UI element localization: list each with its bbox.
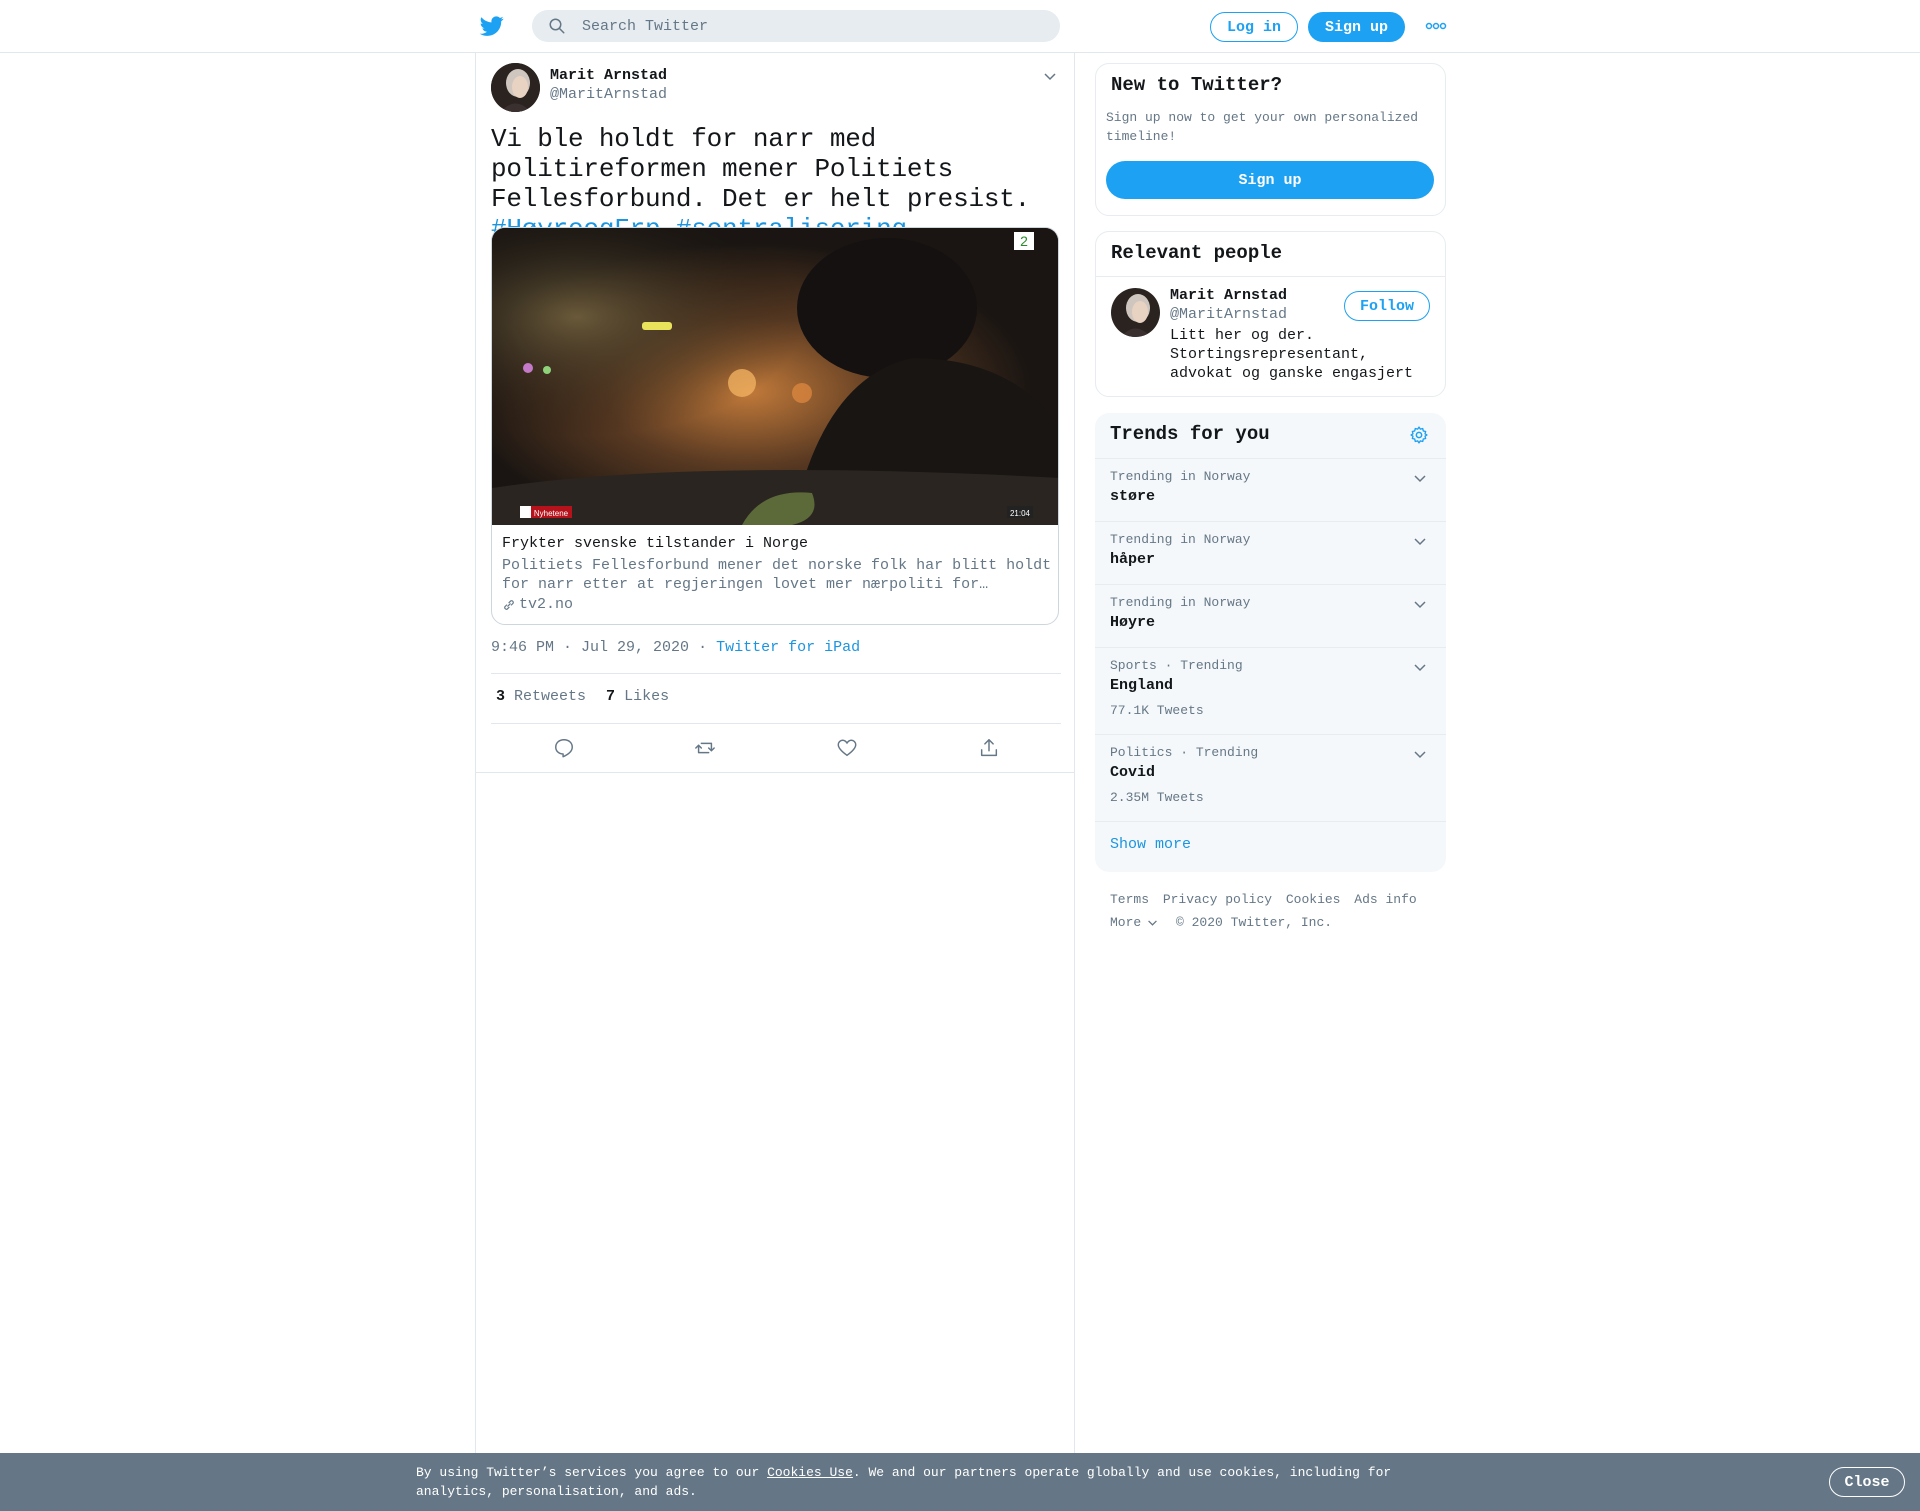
new-to-twitter-panel: New to Twitter? Sign up now to get your … [1095, 63, 1446, 216]
tweet-body: Vi ble holdt for narr med politireformen… [491, 124, 1031, 214]
tweet-timestamp: 9:46 PM · Jul 29, 2020 · Twitter for iPa… [491, 639, 860, 656]
trend-context: Trending in Norway [1110, 595, 1251, 610]
trend-context: Sports · Trending [1110, 658, 1243, 673]
trend-name[interactable]: Covid [1110, 764, 1155, 781]
chevron-down-icon [1148, 920, 1158, 926]
trend-name[interactable]: England [1110, 677, 1173, 694]
retweets-count: 3 [496, 688, 506, 705]
timestamp-text[interactable]: 9:46 PM · Jul 29, 2020 [491, 639, 689, 656]
retweets-stat[interactable]: 3 Retweets [496, 688, 586, 705]
trend-item[interactable]: Trending in Norway støre [1095, 458, 1446, 521]
search-input[interactable] [582, 10, 1042, 42]
card-overlay-time: 21:04 [1010, 509, 1031, 518]
new-to-twitter-description: Sign up now to get your own personalized… [1106, 110, 1419, 144]
author-name[interactable]: Marit Arnstad [550, 67, 667, 84]
chevron-down-icon[interactable] [1413, 471, 1427, 485]
sidebar-signup-button[interactable]: Sign up [1106, 161, 1434, 199]
card-description: Politiets Fellesforbund mener det norske… [502, 557, 1052, 593]
tweet-source-link[interactable]: Twitter for iPad [716, 639, 860, 656]
footer-more-link[interactable]: More [1110, 915, 1158, 930]
trend-context: Politics · Trending [1110, 745, 1259, 760]
card-thumbnail: 2 Nyhetene 21:04 [492, 228, 1058, 525]
sidebar-footer: Terms Privacy policy Cookies Ads info Mo… [1110, 888, 1440, 934]
show-more-link[interactable]: Show more [1110, 836, 1191, 853]
top-navigation-bar: Log in Sign up [0, 0, 1920, 53]
person-bio: Litt her og der. Stortingsrepresentant, … [1170, 327, 1414, 382]
likes-count: 7 [606, 688, 616, 705]
footer-link-ads-info[interactable]: Ads info [1354, 892, 1416, 907]
search-box[interactable] [532, 10, 1060, 42]
likes-label: Likes [624, 688, 670, 705]
author-avatar[interactable] [491, 63, 540, 112]
trends-panel: Trends for you Trending in Norway støre … [1095, 413, 1446, 872]
person-name[interactable]: Marit Arnstad [1170, 287, 1287, 304]
tweet-column: Marit Arnstad @MaritArnstad Vi ble holdt… [475, 53, 1075, 1453]
follow-button[interactable]: Follow [1344, 291, 1430, 321]
trend-context: Trending in Norway [1110, 469, 1251, 484]
card-domain[interactable]: tv2.no [502, 596, 573, 613]
search-icon [549, 18, 565, 34]
trend-item[interactable]: Trending in Norway håper [1095, 521, 1446, 584]
footer-link-terms[interactable]: Terms [1110, 892, 1149, 907]
chevron-down-icon[interactable] [1042, 68, 1058, 84]
svg-text:2: 2 [1020, 233, 1028, 249]
twitter-bird-icon[interactable] [479, 14, 505, 38]
link-icon [504, 599, 514, 610]
meta-separator: · [698, 639, 708, 656]
tweet-stats: 3 Retweets 7 Likes [496, 688, 669, 705]
show-more-row[interactable]: Show more [1095, 821, 1446, 872]
share-icon[interactable] [978, 737, 1000, 759]
likes-stat[interactable]: 7 Likes [606, 688, 669, 705]
link-preview-card[interactable]: 2 Nyhetene 21:04 Frykter svenske tilstan… [491, 227, 1059, 625]
reply-icon[interactable] [553, 737, 575, 759]
cookie-banner: By using Twitter’s services you agree to… [0, 1453, 1920, 1511]
retweets-label: Retweets [514, 688, 587, 705]
retweet-icon[interactable] [694, 737, 716, 759]
cookies-use-link[interactable]: Cookies Use [767, 1465, 853, 1480]
trend-item[interactable]: Trending in Norway Høyre [1095, 584, 1446, 647]
card-domain-text: tv2.no [519, 596, 574, 613]
divider [491, 723, 1061, 724]
trend-name[interactable]: Høyre [1110, 614, 1155, 631]
relevant-people-title: Relevant people [1111, 242, 1283, 264]
person-handle[interactable]: @MaritArnstad [1170, 306, 1287, 323]
footer-link-cookies[interactable]: Cookies [1286, 892, 1341, 907]
trends-title: Trends for you [1110, 423, 1270, 445]
cookie-close-button[interactable]: Close [1829, 1467, 1905, 1497]
chevron-down-icon[interactable] [1413, 660, 1427, 674]
trend-item[interactable]: Politics · Trending Covid 2.35M Tweets [1095, 734, 1446, 821]
chevron-down-icon[interactable] [1413, 597, 1427, 611]
footer-more-label: More [1110, 915, 1142, 930]
card-overlay-label: Nyhetene [534, 509, 569, 518]
footer-copyright: © 2020 Twitter, Inc. [1176, 915, 1333, 930]
more-options-icon[interactable] [1425, 20, 1447, 32]
person-avatar[interactable] [1111, 288, 1160, 337]
tweet-text: Vi ble holdt for narr med politireformen… [491, 124, 1066, 244]
new-to-twitter-title: New to Twitter? [1111, 74, 1283, 96]
trend-item[interactable]: Sports · Trending England 77.1K Tweets [1095, 647, 1446, 734]
trend-tweet-count: 2.35M Tweets [1110, 790, 1204, 805]
chevron-down-icon[interactable] [1413, 534, 1427, 548]
trend-name[interactable]: håper [1110, 551, 1155, 568]
cookie-text-before: By using Twitter’s services you agree to… [416, 1465, 768, 1480]
divider [476, 772, 1074, 773]
trend-tweet-count: 77.1K Tweets [1110, 703, 1204, 718]
signup-button[interactable]: Sign up [1308, 12, 1405, 42]
chevron-down-icon[interactable] [1413, 747, 1427, 761]
cookie-banner-text: By using Twitter’s services you agree to… [416, 1463, 1416, 1501]
relevant-people-header: Relevant people [1096, 232, 1445, 277]
card-title[interactable]: Frykter svenske tilstander i Norge [502, 535, 808, 552]
relevant-people-panel: Relevant people Marit Arnstad @MaritArns… [1095, 231, 1446, 397]
divider [491, 673, 1061, 674]
trend-context: Trending in Norway [1110, 532, 1251, 547]
login-button[interactable]: Log in [1210, 12, 1298, 42]
like-icon[interactable] [836, 737, 858, 759]
footer-link-privacy[interactable]: Privacy policy [1163, 892, 1272, 907]
author-handle[interactable]: @MaritArnstad [550, 86, 667, 103]
trend-name[interactable]: støre [1110, 488, 1155, 505]
gear-icon[interactable] [1409, 425, 1429, 445]
